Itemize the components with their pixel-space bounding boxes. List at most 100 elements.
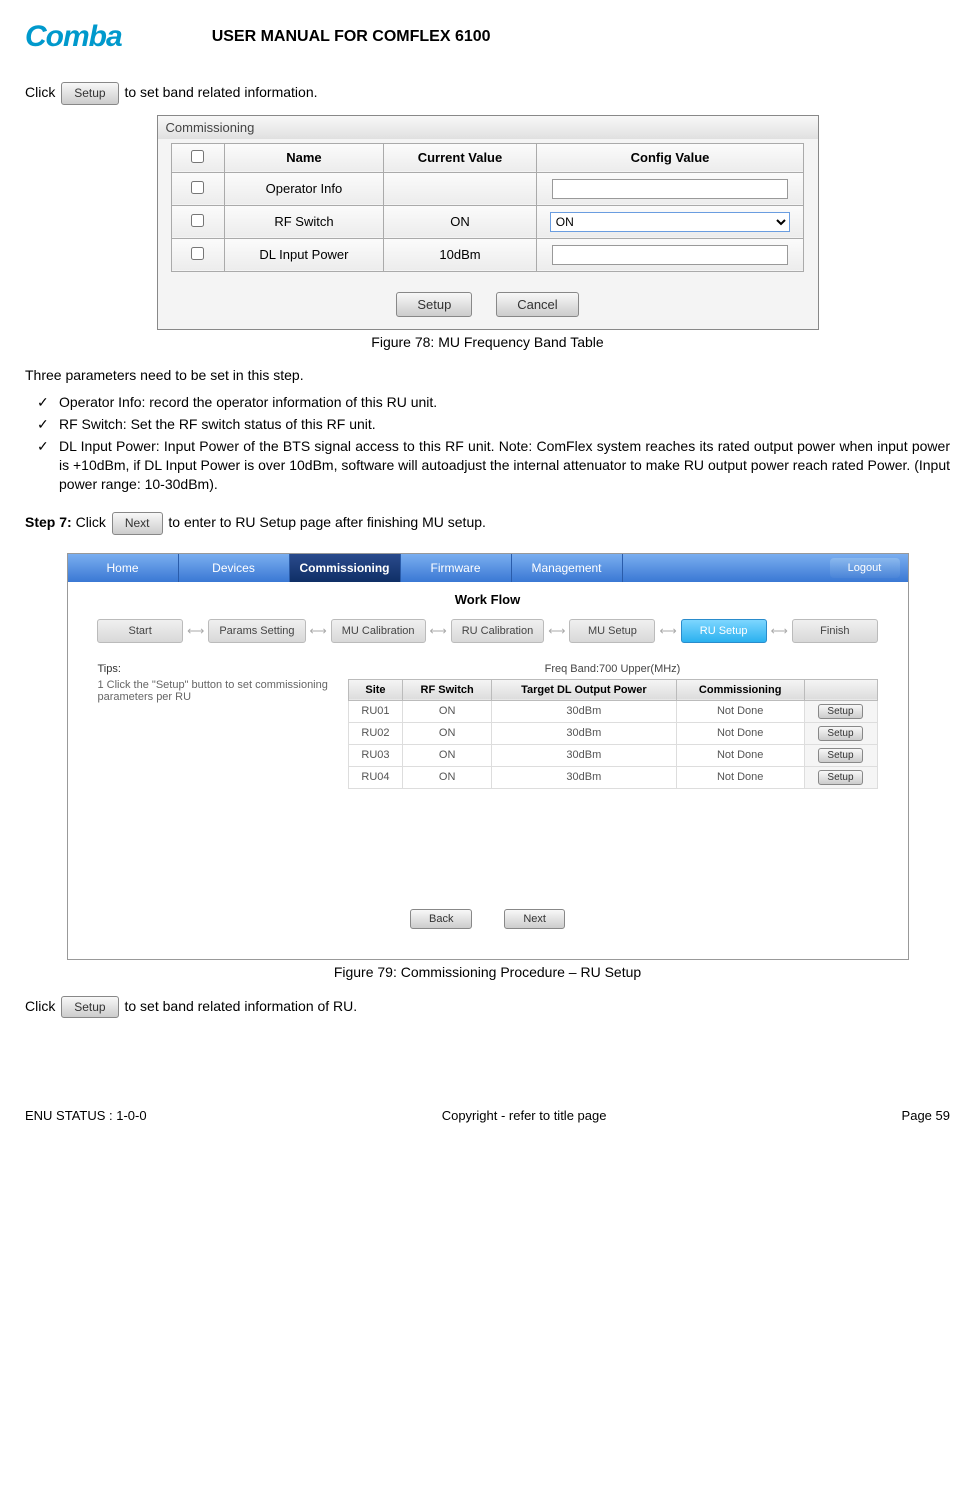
- cell-target: 30dBm: [491, 744, 676, 766]
- cell-target: 30dBm: [491, 722, 676, 744]
- row-checkbox[interactable]: [191, 181, 204, 194]
- row-name: DL Input Power: [224, 238, 383, 271]
- row-checkbox[interactable]: [191, 214, 204, 227]
- wf-start[interactable]: Start: [97, 619, 183, 643]
- list-item: RF Switch: Set the RF switch status of t…: [37, 415, 950, 434]
- row-current: [384, 172, 537, 205]
- row-current: ON: [384, 205, 537, 238]
- setup-button[interactable]: Setup: [61, 82, 118, 105]
- header-checkbox-col: [171, 143, 224, 172]
- workflow-title: Work Flow: [68, 582, 908, 613]
- step-7-click: Click: [76, 514, 110, 530]
- row-name: Operator Info: [224, 172, 383, 205]
- cell-site: RU01: [348, 700, 403, 722]
- freq-band-label: Freq Band:700 Upper(MHz): [348, 663, 878, 675]
- arrow-icon: ⟷: [769, 624, 790, 638]
- cell-comm: Not Done: [676, 700, 804, 722]
- table-row: RU03 ON 30dBm Not Done Setup: [348, 744, 877, 766]
- cell-site: RU04: [348, 766, 403, 788]
- cell-rf: ON: [403, 722, 491, 744]
- header-checkbox[interactable]: [191, 150, 204, 163]
- step-7-suffix: to enter to RU Setup page after finishin…: [168, 514, 486, 530]
- table-row: RF Switch ON ON: [171, 205, 804, 238]
- nav-management[interactable]: Management: [512, 554, 623, 582]
- ru-header-rf: RF Switch: [403, 679, 491, 700]
- document-title: USER MANUAL FOR COMFLEX 6100: [212, 28, 491, 46]
- page-header: Comba USER MANUAL FOR COMFLEX 6100: [25, 20, 950, 54]
- arrow-icon: ⟷: [546, 624, 567, 638]
- back-button[interactable]: Back: [410, 909, 472, 929]
- logout-button[interactable]: Logout: [830, 558, 900, 578]
- content-row: Tips: 1 Click the "Setup" button to set …: [68, 663, 908, 799]
- wf-ru-setup[interactable]: RU Setup: [681, 619, 767, 643]
- setup-button[interactable]: Setup: [818, 748, 862, 763]
- next-button[interactable]: Next: [504, 909, 565, 929]
- cell-target: 30dBm: [491, 700, 676, 722]
- nav-home[interactable]: Home: [68, 554, 179, 582]
- header-current: Current Value: [384, 143, 537, 172]
- config-input[interactable]: [552, 245, 788, 265]
- intro-suffix: to set band related information.: [124, 84, 317, 100]
- nav-firmware[interactable]: Firmware: [401, 554, 512, 582]
- tips-column: Tips: 1 Click the "Setup" button to set …: [98, 663, 348, 789]
- cancel-button[interactable]: Cancel: [496, 292, 578, 317]
- nav-devices[interactable]: Devices: [179, 554, 290, 582]
- config-table: Name Current Value Config Value Operator…: [171, 143, 805, 272]
- outro-paragraph: Click Setup to set band related informat…: [25, 996, 950, 1019]
- commissioning-panel: Commissioning Name Current Value Config …: [157, 115, 819, 330]
- outro-prefix: Click: [25, 998, 59, 1014]
- cell-target: 30dBm: [491, 766, 676, 788]
- row-checkbox[interactable]: [191, 247, 204, 260]
- bottom-navigation: Back Next: [68, 799, 908, 959]
- config-input[interactable]: [552, 179, 788, 199]
- wf-ru-cal[interactable]: RU Calibration: [451, 619, 545, 643]
- figure-caption-78: Figure 78: MU Frequency Band Table: [25, 334, 950, 350]
- setup-button[interactable]: Setup: [61, 996, 118, 1019]
- wf-mu-cal[interactable]: MU Calibration: [331, 619, 426, 643]
- cell-rf: ON: [403, 766, 491, 788]
- arrow-icon: ⟷: [428, 624, 449, 638]
- cell-rf: ON: [403, 744, 491, 766]
- panel-title: Commissioning: [158, 116, 818, 139]
- ru-header-comm: Commissioning: [676, 679, 804, 700]
- wf-params[interactable]: Params Setting: [208, 619, 305, 643]
- setup-button[interactable]: Setup: [396, 292, 472, 317]
- arrow-icon: ⟷: [657, 624, 678, 638]
- row-name: RF Switch: [224, 205, 383, 238]
- parameter-list: Operator Info: record the operator infor…: [25, 393, 950, 493]
- ru-header-site: Site: [348, 679, 403, 700]
- setup-button[interactable]: Setup: [818, 770, 862, 785]
- app-screenshot: Home Devices Commissioning Firmware Mana…: [67, 553, 909, 960]
- cell-comm: Not Done: [676, 744, 804, 766]
- config-select[interactable]: ON: [550, 212, 791, 232]
- next-button[interactable]: Next: [112, 512, 163, 535]
- table-row: DL Input Power 10dBm: [171, 238, 804, 271]
- list-item: Operator Info: record the operator infor…: [37, 393, 950, 412]
- paragraph-three-params: Three parameters need to be set in this …: [25, 366, 950, 386]
- workflow-row: Start⟷ Params Setting⟷ MU Calibration⟷ R…: [68, 613, 908, 663]
- cell-site: RU03: [348, 744, 403, 766]
- footer-page: Page 59: [902, 1108, 950, 1123]
- wf-mu-setup[interactable]: MU Setup: [569, 619, 655, 643]
- setup-button[interactable]: Setup: [818, 704, 862, 719]
- arrow-icon: ⟷: [185, 624, 206, 638]
- page-footer: ENU STATUS : 1-0-0 Copyright - refer to …: [25, 1108, 950, 1123]
- nav-bar: Home Devices Commissioning Firmware Mana…: [68, 554, 908, 582]
- tips-body: 1 Click the "Setup" button to set commis…: [98, 679, 338, 703]
- intro-paragraph: Click Setup to set band related informat…: [25, 82, 950, 105]
- step-7-paragraph: Step 7: Click Next to enter to RU Setup …: [25, 512, 950, 535]
- tips-heading: Tips:: [98, 663, 338, 675]
- intro-prefix: Click: [25, 84, 59, 100]
- cell-comm: Not Done: [676, 766, 804, 788]
- list-item: DL Input Power: Input Power of the BTS s…: [37, 437, 950, 494]
- cell-rf: ON: [403, 700, 491, 722]
- header-config: Config Value: [536, 143, 804, 172]
- arrow-icon: ⟷: [308, 624, 329, 638]
- setup-button[interactable]: Setup: [818, 726, 862, 741]
- row-current: 10dBm: [384, 238, 537, 271]
- step-7-label: Step 7:: [25, 514, 72, 530]
- table-row: RU02 ON 30dBm Not Done Setup: [348, 722, 877, 744]
- nav-commissioning[interactable]: Commissioning: [290, 554, 401, 582]
- wf-finish[interactable]: Finish: [792, 619, 878, 643]
- panel-actions: Setup Cancel: [158, 276, 818, 329]
